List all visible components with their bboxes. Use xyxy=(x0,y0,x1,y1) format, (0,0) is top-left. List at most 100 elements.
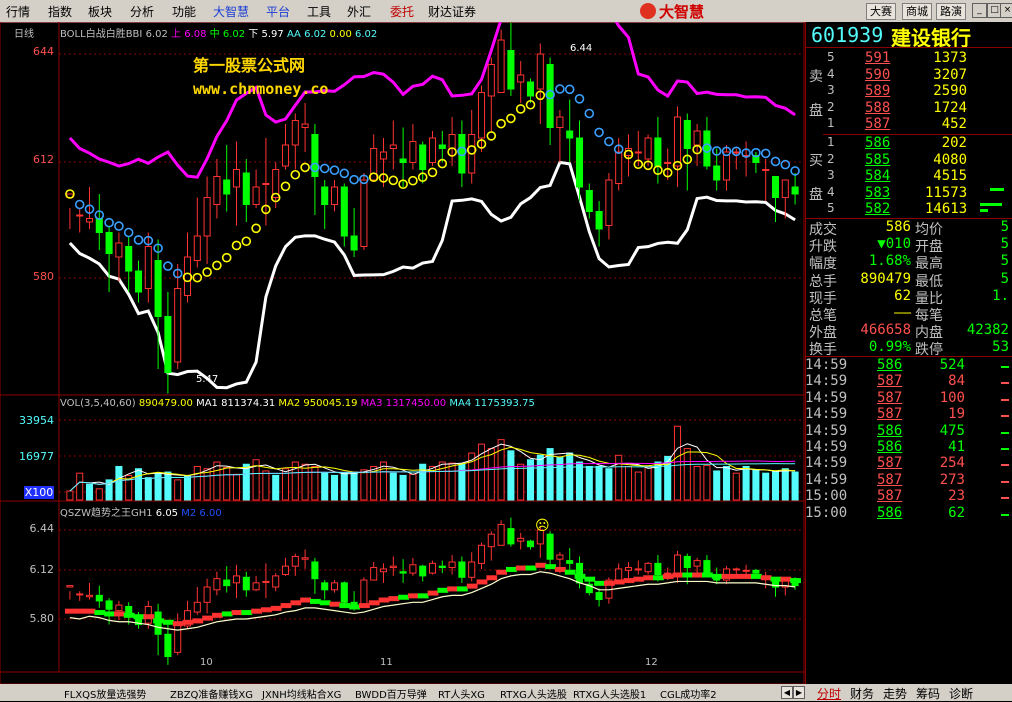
candle xyxy=(585,190,593,212)
chart-area[interactable] xyxy=(0,22,805,684)
qszw-trend-bar xyxy=(574,573,586,579)
qszw-trend-bar xyxy=(398,594,409,600)
buy-price[interactable]: 583 xyxy=(865,185,890,201)
scroll-left-icon[interactable]: ◀ xyxy=(781,686,793,699)
buy-price[interactable]: 582 xyxy=(865,201,890,217)
formula-tab-3[interactable]: BWDD百万导弹 xyxy=(355,686,427,701)
volume-bar xyxy=(566,452,574,501)
buy-price[interactable]: 584 xyxy=(865,168,890,184)
qszw-candle xyxy=(477,544,486,564)
sell-price[interactable]: 591 xyxy=(865,50,890,66)
volume-bar xyxy=(781,468,789,501)
candle xyxy=(517,74,525,83)
sell-volume: 452 xyxy=(941,116,967,132)
top-button-2[interactable]: 路演 xyxy=(936,3,966,20)
buy-price[interactable]: 586 xyxy=(865,135,890,151)
formula-tab-7[interactable]: CGL成功率2 xyxy=(660,686,717,701)
right-tab-2[interactable]: 走势 xyxy=(883,685,907,702)
menu-8[interactable]: 外汇 xyxy=(347,3,371,20)
qszw-trend-bar xyxy=(506,566,517,572)
menu-3[interactable]: 分析 xyxy=(130,3,154,20)
buy-level: 2 xyxy=(827,151,835,166)
right-tab-1[interactable]: 财务 xyxy=(850,685,874,702)
qszw-candle xyxy=(193,601,201,613)
menu-5[interactable]: 大智慧 xyxy=(213,3,249,20)
sell-price[interactable]: 588 xyxy=(865,100,890,116)
menu-1[interactable]: 指数 xyxy=(48,3,72,20)
tick-price: 586 xyxy=(877,357,903,373)
qszw-tick-644: 6.44 xyxy=(29,522,55,535)
candle xyxy=(526,81,535,97)
sell-price[interactable]: 587 xyxy=(865,116,890,132)
menu-0[interactable]: 行情 xyxy=(6,3,30,20)
menu-7[interactable]: 工具 xyxy=(307,3,331,20)
top-button-1[interactable]: 商城 xyxy=(902,3,932,20)
volume-bar xyxy=(66,490,74,501)
month-label-10: 10 xyxy=(200,657,213,668)
right-tab-3[interactable]: 筹码 xyxy=(916,685,940,702)
menu-2[interactable]: 板块 xyxy=(88,3,112,20)
volume-bar xyxy=(262,470,270,501)
qszw-trend-bar xyxy=(368,600,380,606)
minimize-icon[interactable]: _ xyxy=(972,3,987,18)
volume-bar xyxy=(115,465,123,501)
formula-tab-2[interactable]: JXNH均线粘合XG xyxy=(262,686,341,701)
menu-10[interactable]: 财达证券 xyxy=(428,3,476,20)
menu-4[interactable]: 功能 xyxy=(172,3,196,20)
formula-tab-4[interactable]: RT人头XG xyxy=(438,686,485,701)
scroll-right-icon[interactable]: ▶ xyxy=(793,686,805,699)
tick-time: 14:59 xyxy=(805,373,848,390)
sell-price[interactable]: 590 xyxy=(865,67,890,83)
qszw-trend-bar xyxy=(74,608,86,614)
depth-bar xyxy=(990,188,1004,191)
formula-tab-1[interactable]: ZBZQ准备赚钱XG xyxy=(170,686,253,701)
tick-price: 586 xyxy=(877,504,903,521)
qszw-candle xyxy=(232,575,241,584)
candle xyxy=(76,214,84,217)
tick-time: 14:59 xyxy=(805,389,848,406)
candle xyxy=(693,130,701,146)
qszw-candle xyxy=(458,561,466,578)
qszw-trend-bar xyxy=(643,575,654,581)
vol-ma2: 950045.19 xyxy=(303,398,358,409)
top-button-0[interactable]: 大赛 xyxy=(866,3,896,20)
vol-ma3: 1317450.00 xyxy=(385,398,447,409)
volume-bar xyxy=(703,464,711,501)
volume-bar xyxy=(732,472,740,501)
right-tab-0[interactable]: 分时 xyxy=(817,685,841,702)
stat-value-2: 5 xyxy=(1000,219,1009,235)
sell-price[interactable]: 589 xyxy=(865,83,890,99)
divider xyxy=(805,47,1012,48)
candle xyxy=(379,151,388,160)
qszw-candle xyxy=(752,569,760,574)
formula-tab-0[interactable]: FLXQS放量选强势 xyxy=(64,686,146,701)
qszw-candle xyxy=(340,582,348,603)
qszw-trend-bar xyxy=(770,576,782,582)
candle xyxy=(370,148,378,181)
qszw-tick-580: 5.80 xyxy=(29,612,55,625)
volume-bar xyxy=(193,465,201,501)
menu-9[interactable]: 委托 xyxy=(390,3,414,20)
tick-time: 14:59 xyxy=(805,439,848,455)
buy-price[interactable]: 585 xyxy=(865,152,890,168)
menu-6[interactable]: 平台 xyxy=(266,3,290,20)
formula-tab-6[interactable]: RTXG人头选股1 xyxy=(573,686,646,701)
close-icon[interactable]: × xyxy=(1000,3,1012,18)
period-label[interactable]: 日线 xyxy=(14,25,34,40)
qszw-candle xyxy=(428,562,437,574)
qszw-candle xyxy=(105,600,113,610)
qszw-trend-bar xyxy=(604,580,615,586)
volume-bar xyxy=(693,465,701,501)
tick-mark xyxy=(1001,431,1009,434)
candle xyxy=(164,316,172,373)
boll-mid-marker xyxy=(290,169,301,180)
price-tick-612: 612 xyxy=(33,153,54,166)
candle xyxy=(595,211,603,230)
volume-bar xyxy=(507,450,515,501)
tick-volume: 23 xyxy=(948,488,965,505)
boll-mid-marker xyxy=(163,261,173,271)
right-tab-4[interactable]: 诊断 xyxy=(949,685,973,702)
qszw-trend-bar xyxy=(280,603,292,609)
vol-tick-top: 33954 xyxy=(19,414,54,427)
formula-tab-5[interactable]: RTXG人头选股 xyxy=(500,686,567,701)
